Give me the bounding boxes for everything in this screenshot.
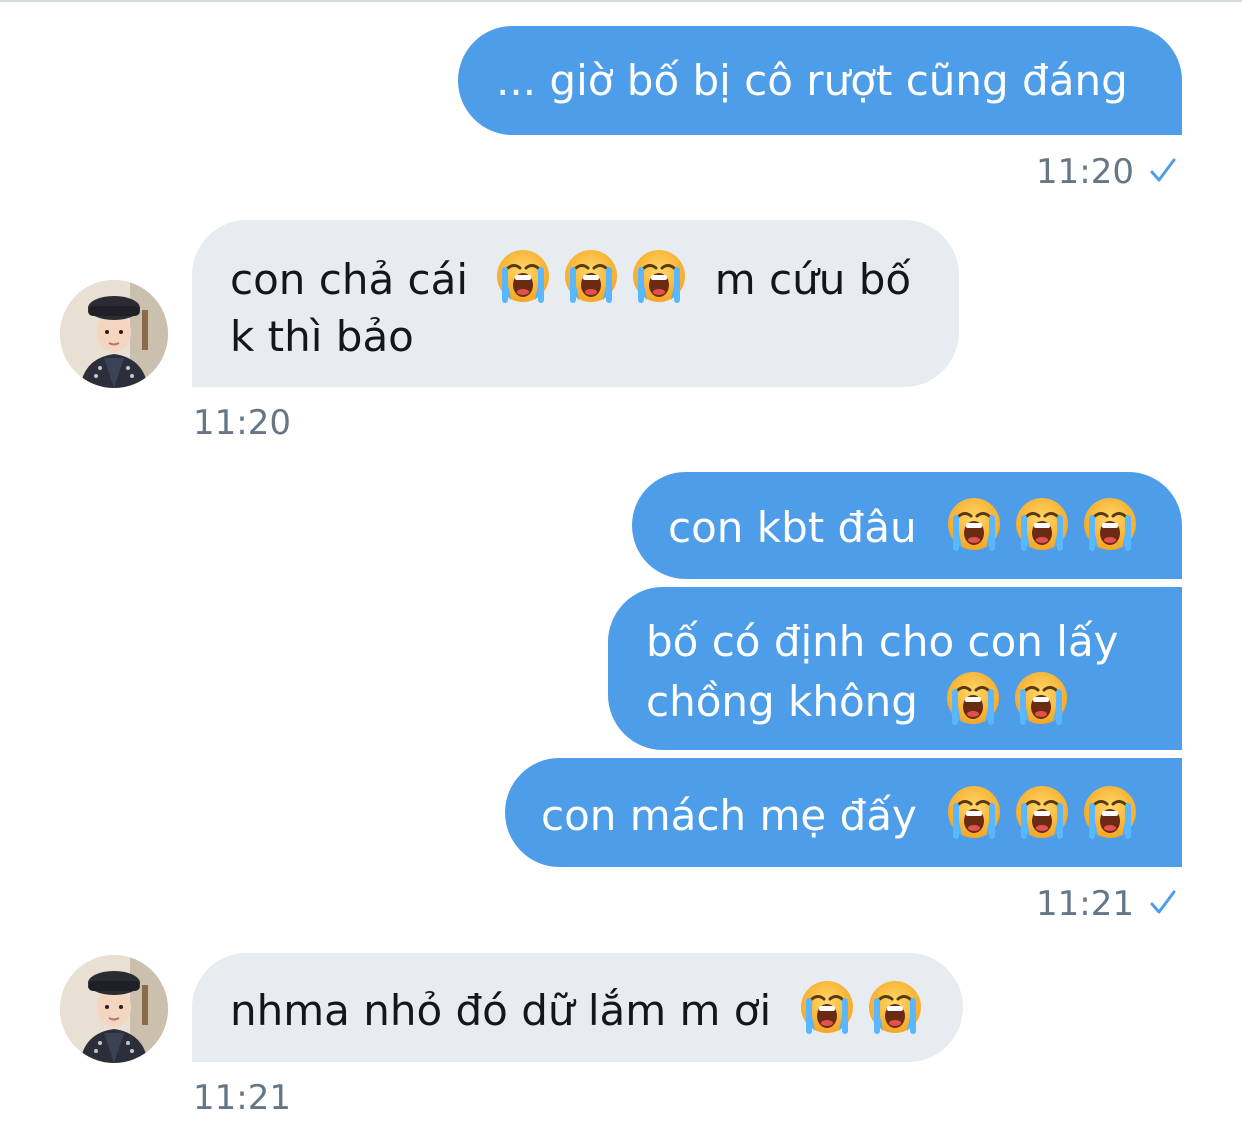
timestamp-outgoing-2: 11:21 bbox=[1036, 884, 1178, 924]
checkmark-icon bbox=[1148, 888, 1178, 918]
loudly-crying-face-icon bbox=[946, 496, 1002, 552]
timestamp-text: 11:21 bbox=[193, 1078, 291, 1118]
message-line-1: con chả cái m cứu bố bbox=[230, 248, 923, 308]
message-text: k thì bảo bbox=[230, 312, 414, 361]
loudly-crying-face-icon bbox=[1082, 496, 1138, 552]
outgoing-message-2[interactable]: con kbt đâu bbox=[632, 472, 1182, 579]
header-divider bbox=[0, 0, 1242, 2]
timestamp-outgoing-1: 11:20 bbox=[1036, 152, 1178, 192]
message-text: con mách mẹ đấy bbox=[541, 791, 917, 840]
timestamp-incoming-2: 11:21 bbox=[193, 1078, 291, 1118]
outgoing-message-1[interactable]: ... giờ bố bị cô rượt cũng đáng bbox=[458, 26, 1182, 135]
avatar[interactable] bbox=[60, 955, 168, 1063]
incoming-message-1[interactable]: con chả cái m cứu bố k thì bảo bbox=[192, 220, 959, 387]
loudly-crying-face-icon bbox=[495, 248, 551, 304]
loudly-crying-face-icon bbox=[946, 784, 1002, 840]
message-text: nhma nhỏ đó dữ lắm m ơi bbox=[230, 986, 772, 1035]
timestamp-text: 11:20 bbox=[193, 403, 291, 443]
message-line-1: bố có định cho con lấy bbox=[646, 613, 1146, 670]
timestamp-text: 11:21 bbox=[1036, 884, 1134, 924]
timestamp-incoming-1: 11:20 bbox=[193, 403, 291, 443]
message-line-2: chồng không bbox=[646, 670, 1146, 730]
avatar[interactable] bbox=[60, 280, 168, 388]
loudly-crying-face-icon bbox=[1013, 670, 1069, 726]
loudly-crying-face-icon bbox=[563, 248, 619, 304]
message-text: chồng không bbox=[646, 677, 918, 726]
chat-screen: ... giờ bố bị cô rượt cũng đáng 11:20 co… bbox=[0, 0, 1242, 1140]
loudly-crying-face-icon bbox=[799, 979, 855, 1035]
outgoing-message-3[interactable]: bố có định cho con lấy chồng không bbox=[608, 587, 1182, 750]
loudly-crying-face-icon bbox=[1014, 784, 1070, 840]
timestamp-text: 11:20 bbox=[1036, 152, 1134, 192]
message-text: bố có định cho con lấy bbox=[646, 617, 1119, 666]
loudly-crying-face-icon bbox=[867, 979, 923, 1035]
loudly-crying-face-icon bbox=[631, 248, 687, 304]
message-text: ... giờ bố bị cô rượt cũng đáng bbox=[496, 56, 1128, 105]
loudly-crying-face-icon bbox=[1014, 496, 1070, 552]
message-text: con kbt đâu bbox=[668, 503, 917, 552]
loudly-crying-face-icon bbox=[945, 670, 1001, 726]
checkmark-icon bbox=[1148, 156, 1178, 186]
message-text: con chả cái bbox=[230, 255, 469, 304]
message-line-2: k thì bảo bbox=[230, 308, 923, 365]
message-text: m cứu bố bbox=[714, 255, 912, 304]
incoming-message-2[interactable]: nhma nhỏ đó dữ lắm m ơi bbox=[192, 953, 963, 1062]
outgoing-message-4[interactable]: con mách mẹ đấy bbox=[505, 758, 1182, 867]
loudly-crying-face-icon bbox=[1082, 784, 1138, 840]
